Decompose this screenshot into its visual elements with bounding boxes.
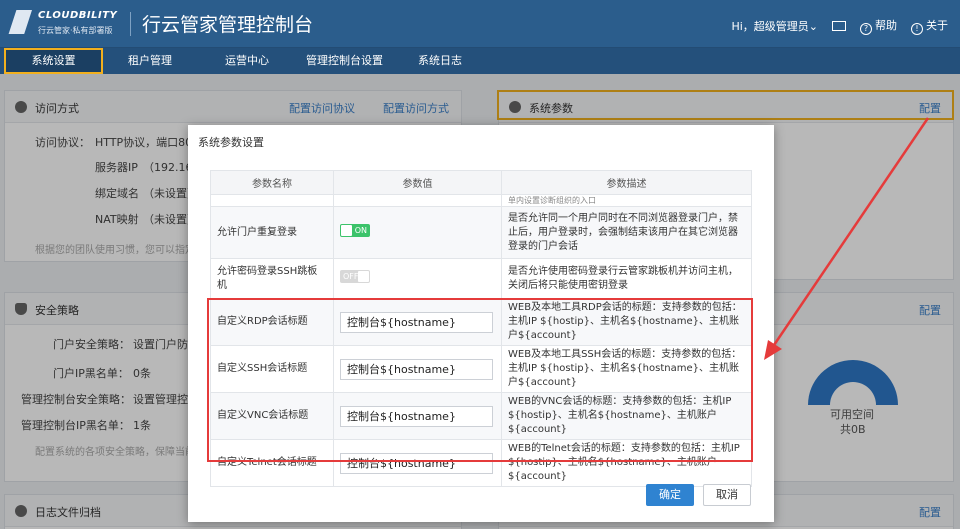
cancel-button[interactable]: 取消 xyxy=(703,484,751,506)
nav-operations-center[interactable]: 运营中心 xyxy=(225,48,269,74)
top-header: CLOUDBILITY 行云管家·私有部署版 行云管家管理控制台 Hi，超级管理… xyxy=(0,0,960,48)
main-nav: 系统设置 租户管理 运营中心 管理控制台设置 系统日志 xyxy=(0,48,960,74)
table-cell-desc: 单内设置诊断组织的入口 xyxy=(501,194,752,207)
param-value-cell: OFF xyxy=(333,258,502,299)
col-header-value: 参数值 xyxy=(333,170,502,195)
nav-system-settings[interactable]: 系统设置 xyxy=(4,48,103,74)
nav-console-settings[interactable]: 管理控制台设置 xyxy=(306,48,383,74)
logo-text-cn: 行云管家·私有部署版 xyxy=(38,26,113,35)
help-link[interactable]: ? 帮助 xyxy=(860,17,897,35)
param-value-cell: ON xyxy=(333,206,502,259)
info-icon: ! xyxy=(911,23,923,35)
table-row: 单内设置诊断组织的入口 xyxy=(210,194,752,207)
header-actions: Hi，超级管理员⌄ ? 帮助 ! 关于 xyxy=(731,17,948,35)
nav-tenant-management[interactable]: 租户管理 xyxy=(128,48,172,74)
col-header-desc: 参数描述 xyxy=(501,170,752,195)
logo-text-en: CLOUDBILITY xyxy=(38,10,118,21)
param-name: 允许门户重复登录 xyxy=(210,206,334,259)
ssh-password-toggle[interactable]: OFF xyxy=(340,269,370,283)
table-row: 允许密码登录SSH跳板机 OFF 是否允许使用密码登录行云管家跳板机并访问主机，… xyxy=(210,258,752,299)
about-link[interactable]: ! 关于 xyxy=(911,17,948,35)
question-icon: ? xyxy=(860,23,872,35)
chevron-down-icon: ⌄ xyxy=(808,20,818,33)
mail-icon[interactable] xyxy=(832,21,846,31)
dialog-title: 系统参数设置 xyxy=(198,136,264,149)
param-desc: 是否允许同一个用户同时在不同浏览器登录门户，禁止后，用户登录时，会强制结束该用户… xyxy=(501,206,752,259)
table-row: 允许门户重复登录 ON 是否允许同一个用户同时在不同浏览器登录门户，禁止后，用户… xyxy=(210,206,752,259)
logo: CLOUDBILITY 行云管家·私有部署版 xyxy=(6,8,126,40)
header-divider xyxy=(130,12,131,36)
table-header-row: 参数名称 参数值 参数描述 xyxy=(210,170,752,195)
repeat-login-toggle[interactable]: ON xyxy=(340,223,370,237)
session-title-highlight xyxy=(207,298,753,462)
user-menu[interactable]: Hi，超级管理员⌄ xyxy=(731,18,818,34)
nav-system-logs[interactable]: 系统日志 xyxy=(418,48,462,74)
logo-mark-icon xyxy=(8,10,32,34)
col-header-name: 参数名称 xyxy=(210,170,334,195)
app-title: 行云管家管理控制台 xyxy=(142,14,314,36)
confirm-button[interactable]: 确定 xyxy=(646,484,694,506)
param-desc: 是否允许使用密码登录行云管家跳板机并访问主机，关闭后将只能使用密钥登录 xyxy=(501,258,752,299)
param-name: 允许密码登录SSH跳板机 xyxy=(210,258,334,299)
